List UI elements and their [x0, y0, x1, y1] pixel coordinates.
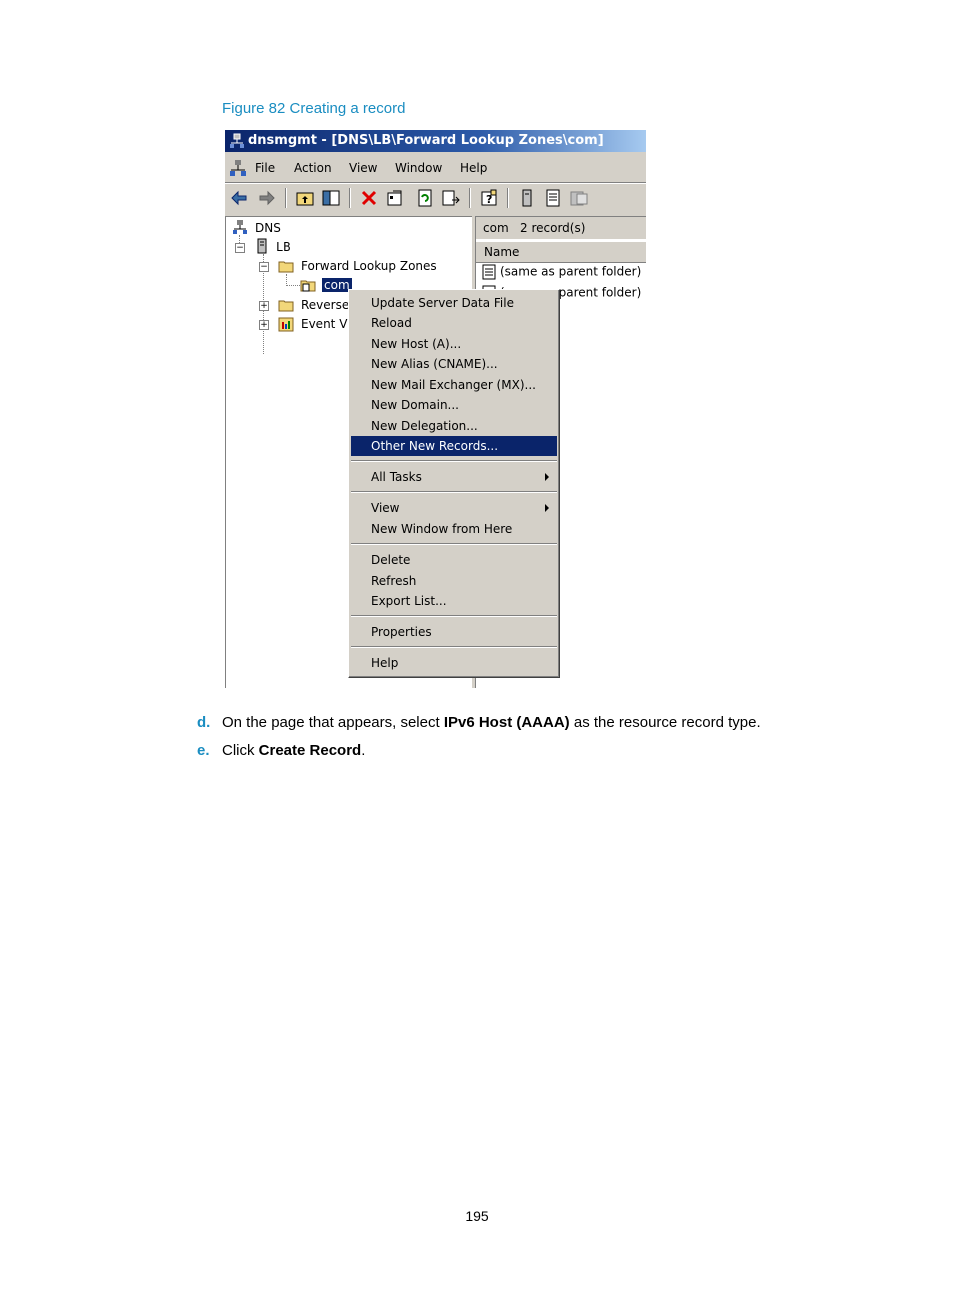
step-text: Click	[222, 742, 259, 759]
tree-node-dns[interactable]: DNS	[255, 221, 281, 235]
step-marker: d.	[197, 714, 211, 731]
menu-item-refresh[interactable]: Refresh	[351, 571, 557, 591]
menu-bar: File Action View Window Help	[225, 156, 646, 180]
toolbar-separator	[507, 188, 509, 208]
step-bold-text: IPv6 Host (AAAA)	[443, 714, 570, 731]
step-text: On the page that appears, select	[222, 714, 444, 731]
tree-node-lb[interactable]: LB	[276, 240, 290, 254]
menu-item-delete[interactable]: Delete	[351, 550, 557, 570]
menu-item-new-host[interactable]: New Host (A)...	[351, 334, 557, 354]
title-bar: dnsmgmt - [DNS\LB\Forward Lookup Zones\c…	[225, 130, 646, 152]
server-icon[interactable]	[517, 188, 537, 208]
menu-item-new-delegation[interactable]: New Delegation...	[351, 416, 557, 436]
zone-folder-icon	[300, 280, 316, 292]
folder-icon	[278, 300, 294, 312]
menu-item-new-mail-exchanger[interactable]: New Mail Exchanger (MX)...	[351, 375, 557, 395]
submenu-arrow-icon	[545, 504, 549, 512]
toolbar: ?	[225, 184, 646, 212]
menu-action[interactable]: Action	[294, 161, 332, 175]
menu-item-help[interactable]: Help	[351, 653, 557, 673]
menu-file[interactable]: File	[255, 161, 275, 175]
menu-separator	[351, 491, 557, 493]
export-list-icon[interactable]	[441, 188, 461, 208]
step-text: .	[361, 742, 366, 759]
dns-app-icon	[230, 133, 244, 148]
menu-item-view[interactable]: View	[351, 498, 557, 518]
server-icon	[257, 238, 267, 254]
toolbar-separator	[285, 188, 287, 208]
collapse-toggle[interactable]: −	[259, 262, 269, 272]
expand-toggle[interactable]: +	[259, 320, 269, 330]
record-icon[interactable]	[543, 188, 563, 208]
menu-help[interactable]: Help	[460, 161, 487, 175]
console-icon[interactable]	[229, 159, 247, 177]
context-menu: Update Server Data File Reload New Host …	[348, 289, 560, 678]
menu-window[interactable]: Window	[395, 161, 442, 175]
expand-toggle[interactable]: +	[259, 301, 269, 311]
menu-view[interactable]: View	[349, 161, 377, 175]
zone-icon[interactable]	[569, 188, 589, 208]
back-icon[interactable]	[229, 188, 249, 208]
column-header-name[interactable]: Name	[476, 241, 646, 263]
refresh-icon[interactable]	[415, 188, 435, 208]
window-title: dnsmgmt - [DNS\LB\Forward Lookup Zones\c…	[248, 133, 604, 148]
details-header: com 2 record(s)	[476, 217, 646, 239]
event-viewer-icon	[278, 317, 294, 332]
menu-separator	[351, 646, 557, 648]
collapse-toggle[interactable]: −	[235, 243, 245, 253]
menu-separator	[351, 615, 557, 617]
step-bold-text: Create Record	[258, 742, 362, 759]
page-number: 195	[465, 1208, 489, 1224]
menu-item-reload[interactable]: Reload	[351, 313, 557, 333]
submenu-arrow-icon	[545, 473, 549, 481]
toolbar-separator	[469, 188, 471, 208]
menu-item-new-window-from-here[interactable]: New Window from Here	[351, 519, 557, 539]
details-record-count: 2 record(s)	[520, 221, 586, 235]
step-d: d. On the page that appears, select IPv6 …	[197, 714, 761, 731]
delete-icon[interactable]	[359, 188, 379, 208]
dns-console-screenshot: dnsmgmt - [DNS\LB\Forward Lookup Zones\c…	[225, 130, 646, 688]
step-marker: e.	[197, 742, 210, 759]
menu-separator	[351, 543, 557, 545]
dns-root-icon	[233, 220, 247, 234]
menu-item-new-domain[interactable]: New Domain...	[351, 395, 557, 415]
details-zone-name: com	[483, 221, 509, 235]
menu-item-update-server-data-file[interactable]: Update Server Data File	[351, 293, 557, 313]
tree-node-event-viewer[interactable]: Event Vi	[301, 317, 350, 331]
step-e: e. Click Create Record.	[197, 742, 365, 759]
show-hide-tree-icon[interactable]	[321, 188, 341, 208]
record-icon	[482, 264, 496, 280]
menu-item-properties[interactable]: Properties	[351, 622, 557, 642]
toolbar-separator	[349, 188, 351, 208]
menu-item-all-tasks[interactable]: All Tasks	[351, 467, 557, 487]
column-header-label: Name	[484, 245, 520, 259]
record-name: (same as parent folder)	[500, 264, 642, 279]
step-text: as the resource record type.	[569, 714, 761, 731]
help-icon[interactable]: ?	[479, 188, 499, 208]
up-folder-icon[interactable]	[295, 188, 315, 208]
menu-separator	[351, 460, 557, 462]
menu-item-other-new-records[interactable]: Other New Records...	[351, 436, 557, 456]
menu-item-export-list[interactable]: Export List...	[351, 591, 557, 611]
menu-item-new-alias[interactable]: New Alias (CNAME)...	[351, 354, 557, 374]
tree-node-forward-lookup-zones[interactable]: Forward Lookup Zones	[301, 259, 437, 273]
tree-line	[286, 285, 300, 287]
folder-icon	[278, 261, 294, 273]
figure-caption: Figure 82 Creating a record	[222, 100, 406, 117]
tree-node-reverse[interactable]: Reverse	[301, 298, 349, 312]
record-row[interactable]: (same as parent folder)	[482, 264, 641, 280]
properties-icon[interactable]	[385, 188, 405, 208]
forward-icon[interactable]	[257, 188, 277, 208]
